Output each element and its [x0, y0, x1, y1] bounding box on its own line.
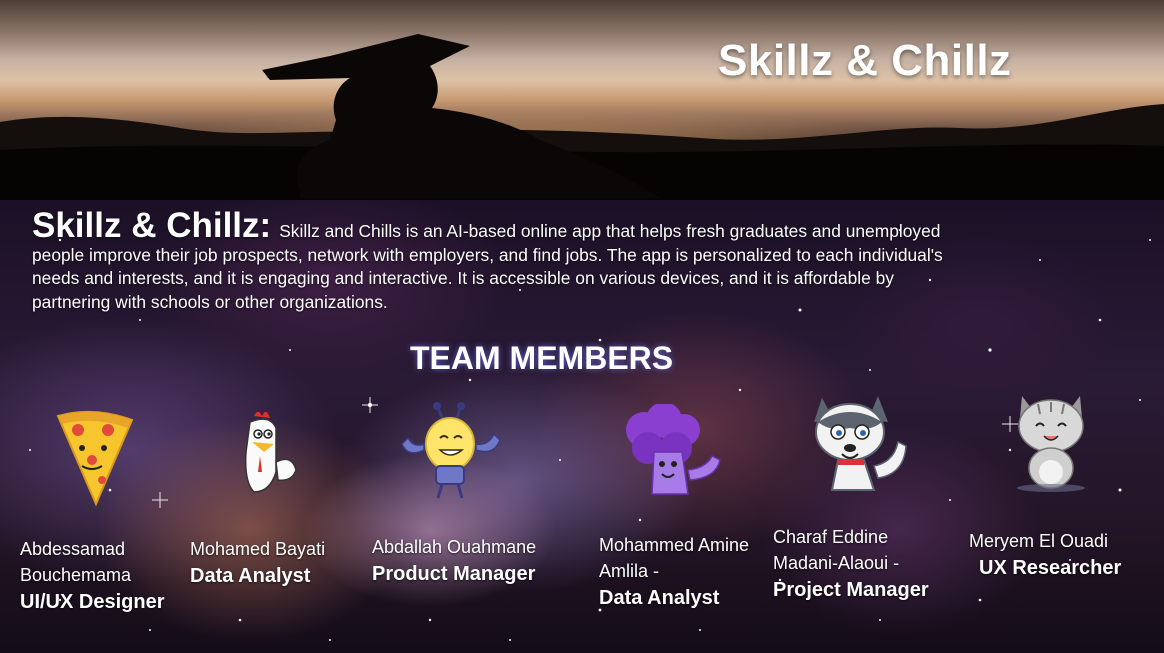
intro-paragraph: Skillz & Chillz: Skillz and Chills is an … [32, 208, 962, 314]
member-card-3: Abdallah Ouahmane Product Manager [372, 534, 572, 588]
member-role: UI/UX Designer [20, 591, 165, 613]
member-card-6: Meryem El Ouadi UX Researcher [969, 528, 1159, 582]
member-name: Abdessamad Bouchemama [20, 539, 132, 585]
member-card-1: Abdessamad Bouchemama UI/UX Designer [20, 536, 180, 616]
husky-dog-icon [814, 396, 907, 491]
about-section: Skillz & Chillz: Skillz and Chills is an … [0, 200, 1164, 653]
hero-banner: Skillz & Chillz [0, 0, 1164, 200]
chicken-icon [244, 412, 297, 493]
hero-silhouette-image [0, 34, 1164, 200]
member-role: Project Manager [773, 579, 929, 601]
member-card-2: Mohamed Bayati Data Analyst [190, 536, 350, 590]
lightbulb-icon [401, 402, 501, 499]
member-name: Mohammed Amine Amlila - [599, 535, 750, 581]
member-name: Meryem El Ouadi [969, 531, 1109, 551]
member-role: UX Researcher [979, 557, 1122, 579]
team-heading: TEAM MEMBERS [410, 340, 674, 376]
member-role: Data Analyst [190, 565, 311, 587]
broccoli-icon [626, 404, 721, 495]
member-name: Mohamed Bayati [190, 539, 326, 559]
cat-icon [1017, 396, 1085, 492]
pizza-icon [56, 410, 134, 513]
intro-heading: Skillz & Chillz: [32, 206, 272, 245]
site-title: Skillz & Chillz [718, 36, 1012, 85]
member-card-5: Charaf Eddine Madani-Alaoui - Project Ma… [773, 524, 953, 604]
member-role: Product Manager [372, 563, 536, 585]
member-name: Charaf Eddine Madani-Alaoui - [773, 527, 900, 573]
member-name: Abdallah Ouahmane [372, 537, 537, 557]
member-role: Data Analyst [599, 587, 720, 609]
member-card-4: Mohammed Amine Amlila - Data Analyst [599, 532, 759, 612]
